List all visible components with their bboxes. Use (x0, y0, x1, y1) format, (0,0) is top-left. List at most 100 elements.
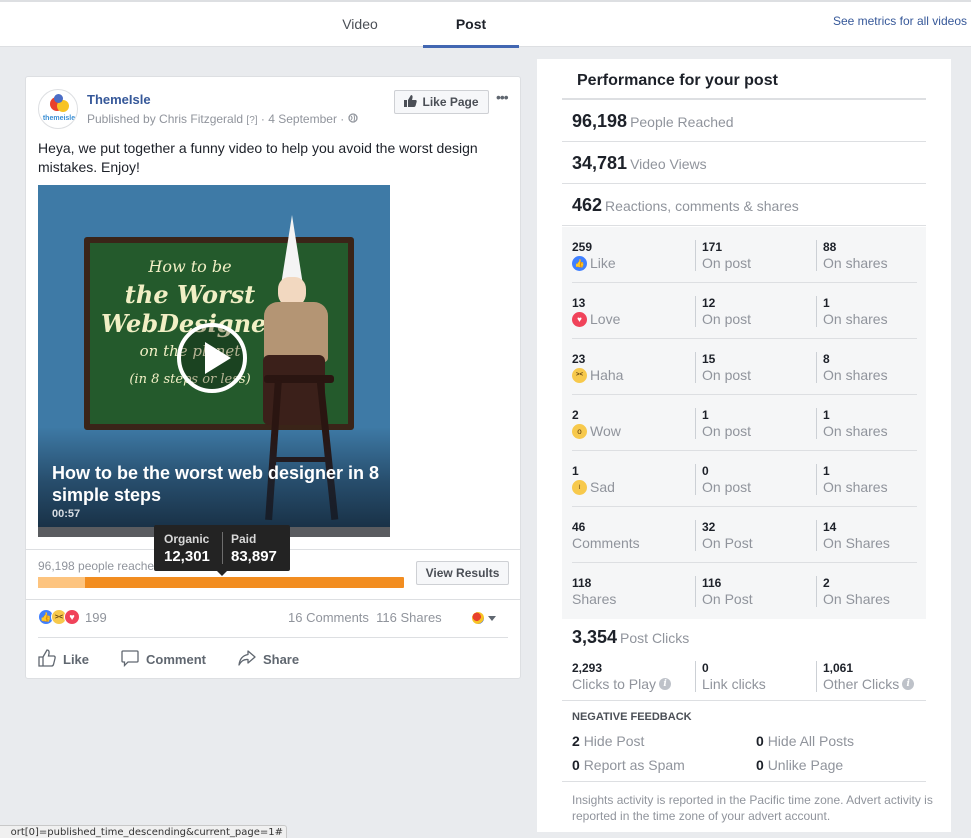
stat-label: Reactions, comments & shares (605, 198, 799, 214)
like-page-button[interactable]: Like Page (394, 90, 489, 114)
neg-value: 0 (756, 733, 764, 749)
top-tab-bar: Video Post See metrics for all videos (0, 0, 971, 48)
info-icon[interactable]: i (659, 678, 672, 690)
metric-label: Love (590, 311, 621, 327)
page-name-link[interactable]: ThemeIsle (87, 92, 151, 107)
metric-value: 2 (572, 408, 579, 422)
metric-label: On post (702, 423, 752, 439)
neg-label: Hide Post (583, 733, 645, 749)
comment-button[interactable]: Comment (121, 649, 206, 670)
metric-on-shares: 1 On shares (816, 464, 888, 495)
tooltip-paid-label: Paid (231, 532, 257, 546)
tooltip-organic-value: 12,301 (164, 548, 210, 565)
metric-label: Clicks to Play (572, 676, 657, 692)
link-clicks: 0 Link clicks (695, 661, 766, 692)
board-line: the Worst (124, 280, 256, 309)
thumbs-up-icon (404, 94, 418, 110)
shares-count-link[interactable]: 116 Shares (376, 610, 442, 625)
metric-total: 13 ♥ Love (572, 296, 620, 327)
metric-value: 259 (572, 240, 593, 254)
metric-label: On post (702, 311, 752, 327)
reach-bar[interactable] (38, 577, 404, 588)
clicks-to-play: 2,293 Clicks to Play i (572, 661, 672, 692)
chevron-down-icon (488, 615, 496, 621)
reactions-summary[interactable]: 👍 >< ♥ 199 (38, 609, 107, 625)
metric-label: Wow (590, 423, 621, 439)
figure-body-illustration (264, 302, 328, 362)
post-card: themeisle ThemeIsle Published by Chris F… (25, 76, 521, 679)
metric-total: 259 👍 Like (572, 240, 616, 271)
stat-label: People Reached (630, 114, 734, 130)
video-player[interactable]: How to be the Worst WebDesigner on the p… (38, 185, 390, 537)
more-options-button[interactable]: ••• (496, 89, 509, 105)
tab-video[interactable]: Video (300, 2, 420, 47)
view-results-button[interactable]: View Results (416, 561, 509, 585)
thumbs-up-outline-icon (38, 649, 56, 670)
stat-video-views: 34,781 Video Views (562, 142, 926, 184)
metric-label: On post (702, 479, 752, 495)
metric-value: 0 (702, 661, 709, 675)
tooltip-separator (222, 532, 223, 564)
metric-label: On Shares (823, 535, 890, 551)
wow-reaction-icon: o (572, 423, 587, 439)
engagement-breakdown: 259 👍 Like 171 On post 88 On shares 13 ♥ L… (562, 227, 926, 619)
metric-value: 1 (823, 464, 830, 478)
post-text: Heya, we put together a funny video to h… (38, 140, 478, 175)
divider (562, 781, 926, 782)
metric-total: 2 o Wow (572, 408, 621, 439)
metric-value: 1 (823, 408, 830, 422)
play-icon[interactable] (177, 323, 247, 393)
metric-on-shares: 1 On shares (816, 296, 888, 327)
comment-icon (121, 649, 139, 670)
post-action-row: Like Comment Share (38, 649, 508, 670)
metric-label: On shares (823, 423, 888, 439)
metric-value: 2 (823, 576, 830, 590)
metric-label: On shares (823, 367, 888, 383)
metric-on-post: 1 On post (695, 408, 751, 439)
like-button[interactable]: Like (38, 649, 89, 670)
share-arrow-icon (238, 649, 256, 670)
globe-icon (347, 112, 358, 126)
comments-shares-counts: 16 Comments 116 Shares (288, 610, 442, 625)
post-date[interactable]: 4 September (268, 112, 337, 126)
breakdown-row-like: 259 👍 Like 171 On post 88 On shares (562, 227, 926, 283)
share-button[interactable]: Share (238, 649, 299, 670)
page-voice-selector[interactable] (472, 612, 496, 624)
metric-value: 1 (572, 464, 579, 478)
breakdown-row-shares: 118 Shares 116 On Post 2 On Shares (562, 563, 926, 619)
avatar-brand-text: themeisle (42, 115, 76, 122)
metric-label: Comments (572, 535, 640, 551)
neg-label: Report as Spam (583, 757, 685, 773)
stat-value: 34,781 (572, 153, 628, 173)
metric-value: 1 (702, 408, 709, 422)
post-clicks-breakdown: 2,293 Clicks to Play i 0 Link clicks 1,06… (562, 659, 926, 701)
neg-label: Unlike Page (767, 757, 844, 773)
metric-label: Link clicks (702, 676, 766, 692)
neg-value: 0 (572, 757, 580, 773)
neg-value: 2 (572, 733, 580, 749)
breakdown-row-love: 13 ♥ Love 12 On post 1 On shares (562, 283, 926, 339)
help-marker[interactable]: [?] (246, 115, 257, 126)
metric-on-post: 32 On Post (695, 520, 753, 551)
reach-bar-organic-segment (38, 577, 85, 588)
see-metrics-all-videos-link[interactable]: See metrics for all videos (833, 14, 967, 28)
video-duration: 00:57 (52, 508, 81, 520)
stat-label: Video Views (630, 156, 707, 172)
reach-tooltip: Organic 12,301 Paid 83,897 (154, 525, 290, 576)
info-icon[interactable]: i (902, 678, 915, 690)
tab-post[interactable]: Post (423, 2, 519, 48)
share-label: Share (262, 652, 300, 667)
page-avatar[interactable]: themeisle (38, 89, 78, 129)
comment-label: Comment (146, 652, 206, 667)
people-reached-text: 96,198 people reached (38, 559, 161, 573)
comments-count-link[interactable]: 16 Comments (288, 610, 369, 625)
video-title: How to be the worst web designer in 8 si… (52, 463, 380, 505)
metric-label: On shares (823, 255, 888, 271)
post-clicks-value: 3,354 (572, 627, 618, 647)
logo-shape (54, 94, 63, 103)
published-by[interactable]: Published by Chris Fitzgerald (87, 112, 243, 126)
metric-value: 32 (702, 520, 716, 534)
metric-on-shares: 2 On Shares (816, 576, 890, 607)
stat-engagement: 462 Reactions, comments & shares (562, 184, 926, 226)
metric-total: 1 ≀ Sad (572, 464, 615, 495)
